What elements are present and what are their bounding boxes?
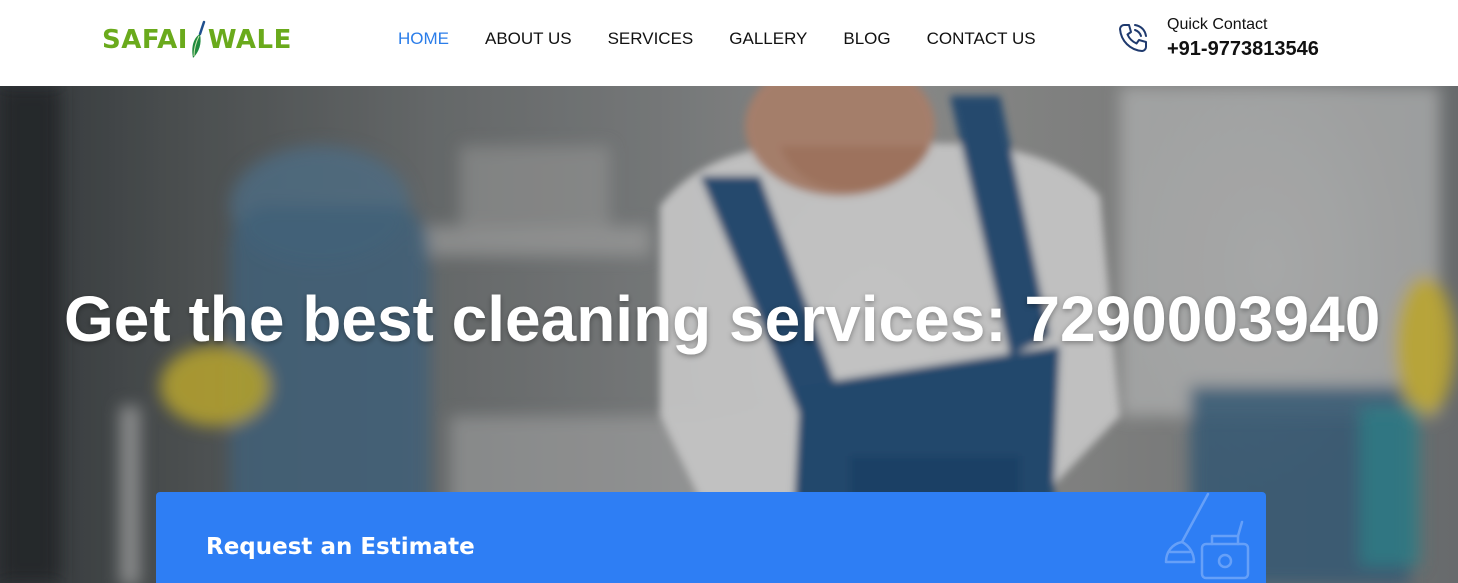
contact-number[interactable]: +91-9773813546: [1167, 36, 1319, 62]
nav-gallery[interactable]: GALLERY: [729, 29, 807, 49]
quick-contact[interactable]: Quick Contact +91-9773813546: [1116, 14, 1319, 62]
nav-blog[interactable]: BLOG: [843, 29, 890, 49]
nav-services[interactable]: SERVICES: [608, 29, 694, 49]
hero-headline: Get the best cleaning services: 72900039…: [64, 283, 1381, 355]
hero-banner: Get the best cleaning services: 72900039…: [0, 86, 1458, 583]
nav-contact-us[interactable]: CONTACT US: [927, 29, 1036, 49]
site-header: SAFAI WALE HOME ABOUT US SERVICES GALLER…: [0, 0, 1458, 86]
logo-text-left: SAFAI: [102, 25, 188, 55]
nav-about-us[interactable]: ABOUT US: [485, 29, 572, 49]
contact-label: Quick Contact: [1167, 16, 1268, 33]
leaf-broom-icon: [192, 20, 206, 58]
estimate-title: Request an Estimate: [206, 534, 475, 560]
phone-icon: [1119, 24, 1147, 52]
logo-text-right: WALE: [207, 25, 292, 55]
site-logo[interactable]: SAFAI WALE: [102, 18, 292, 62]
nav-home[interactable]: HOME: [398, 29, 449, 49]
estimate-panel: Request an Estimate: [156, 492, 1266, 583]
cleaning-tools-icon: [1164, 492, 1250, 580]
main-nav: HOME ABOUT US SERVICES GALLERY BLOG CONT…: [398, 29, 1072, 49]
contact-text: Quick Contact +91-9773813546: [1167, 14, 1319, 62]
